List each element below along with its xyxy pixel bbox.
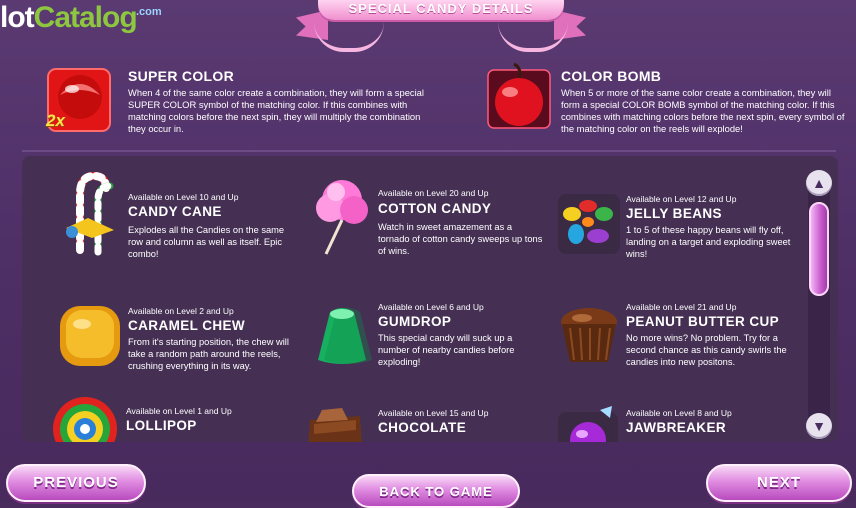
- super-color-desc: When 4 of the same color create a combin…: [128, 87, 424, 134]
- candy-item-jawbreaker: Available on Level 8 and Up JAWBREAKER: [556, 406, 806, 442]
- lollipop-icon: [52, 396, 118, 442]
- ribbon-curl-left-icon: [314, 22, 384, 52]
- peanut-butter-cup-availability: Available on Level 21 and Up: [626, 302, 737, 312]
- jawbreaker-icon: [556, 406, 622, 442]
- candy-item-peanut-butter-cup: Available on Level 21 and Up PEANUT BUTT…: [556, 302, 816, 392]
- candy-cane-availability: Available on Level 10 and Up: [128, 192, 239, 202]
- ribbon-curl-right-icon: [498, 22, 568, 52]
- jelly-beans-name: JELLY BEANS: [626, 206, 722, 221]
- candy-item-jelly-beans: Available on Level 12 and Up JELLY BEANS…: [556, 192, 806, 272]
- peanut-butter-cup-icon: [556, 302, 622, 368]
- cotton-candy-desc: Watch in sweet amazement as a tornado of…: [378, 222, 543, 256]
- back-to-game-button[interactable]: BACK TO GAME: [352, 474, 520, 508]
- caramel-chew-icon: [58, 304, 124, 370]
- candy-item-cotton-candy: Available on Level 20 and Up COTTON CAND…: [308, 176, 548, 266]
- previous-button-label: PREVIOUS: [33, 474, 119, 491]
- color-bomb-icon: [486, 62, 552, 129]
- caramel-chew-name: CARAMEL CHEW: [128, 318, 246, 333]
- cotton-candy-icon: [308, 176, 374, 255]
- peanut-butter-cup-name: PEANUT BUTTER CUP: [626, 314, 780, 329]
- color-bomb-desc: When 5 or more of the same color create …: [561, 87, 845, 134]
- chocolate-name: CHOCOLATE: [378, 420, 467, 435]
- logo: lotCatalog .com: [0, 0, 162, 36]
- gumdrop-name: GUMDROP: [378, 314, 452, 329]
- previous-button[interactable]: PREVIOUS: [6, 464, 146, 502]
- next-button[interactable]: NEXT: [706, 464, 852, 502]
- candy-cane-desc: Explodes all the Candies on the same row…: [128, 225, 285, 259]
- cotton-candy-name: COTTON CANDY: [378, 201, 492, 216]
- candy-list-scrollbar[interactable]: ▲ ▼: [806, 170, 832, 440]
- candy-item-chocolate: Available on Level 15 and Up CHOCOLATE: [302, 406, 542, 442]
- super-color-badge: 2x: [46, 111, 65, 130]
- jawbreaker-availability: Available on Level 8 and Up: [626, 408, 732, 418]
- cotton-candy-availability: Available on Level 20 and Up: [378, 188, 489, 198]
- divider: [22, 150, 836, 152]
- chocolate-icon: [302, 406, 368, 442]
- next-button-label: NEXT: [756, 474, 801, 491]
- back-to-game-label: BACK TO GAME: [379, 484, 493, 499]
- chocolate-availability: Available on Level 15 and Up: [378, 408, 489, 418]
- jelly-beans-icon: [556, 192, 622, 258]
- gumdrop-availability: Available on Level 6 and Up: [378, 302, 484, 312]
- candy-list-panel[interactable]: Available on Level 10 and Up CANDY CANE …: [22, 156, 838, 442]
- candy-item-lollipop: Available on Level 1 and Up LOLLIPOP: [52, 396, 292, 442]
- candy-cane-icon: [58, 170, 124, 256]
- peanut-butter-cup-desc: No more wins? No problem. Try for a seco…: [626, 333, 787, 367]
- screen: lotCatalog .com SPECIAL CANDY DETAILS 2x…: [0, 0, 856, 508]
- jawbreaker-name: JAWBREAKER: [626, 420, 727, 435]
- jelly-beans-availability: Available on Level 12 and Up: [626, 194, 737, 204]
- caramel-chew-availability: Available on Level 2 and Up: [128, 306, 234, 316]
- super-color-title: SUPER COLOR: [128, 68, 234, 84]
- logo-part1: lot: [0, 1, 35, 34]
- gumdrop-desc: This special candy will suck up a number…: [378, 333, 515, 367]
- banner-title: SPECIAL CANDY DETAILS: [348, 1, 534, 16]
- jelly-beans-desc: 1 to 5 of these happy beans will fly off…: [626, 225, 791, 259]
- logo-suffix: .com: [136, 6, 162, 18]
- scroll-down-button[interactable]: ▼: [806, 413, 832, 439]
- gumdrop-icon: [308, 302, 374, 368]
- candy-cane-name: CANDY CANE: [128, 204, 222, 219]
- header-banner: SPECIAL CANDY DETAILS: [296, 0, 586, 54]
- scrollbar-thumb[interactable]: [809, 202, 829, 296]
- lollipop-availability: Available on Level 1 and Up: [126, 406, 232, 416]
- color-bomb-title: COLOR BOMB: [561, 68, 662, 84]
- candy-item-gumdrop: Available on Level 6 and Up GUMDROP This…: [308, 302, 548, 382]
- logo-part2: Catalog: [33, 1, 138, 34]
- scroll-up-button[interactable]: ▲: [806, 170, 832, 196]
- lollipop-name: LOLLIPOP: [126, 418, 197, 433]
- candy-item-candy-cane: Available on Level 10 and Up CANDY CANE …: [58, 170, 288, 260]
- candy-item-caramel-chew: Available on Level 2 and Up CARAMEL CHEW…: [58, 304, 298, 384]
- banner-body: SPECIAL CANDY DETAILS: [318, 0, 564, 20]
- caramel-chew-desc: From it's starting position, the chew wi…: [128, 337, 289, 371]
